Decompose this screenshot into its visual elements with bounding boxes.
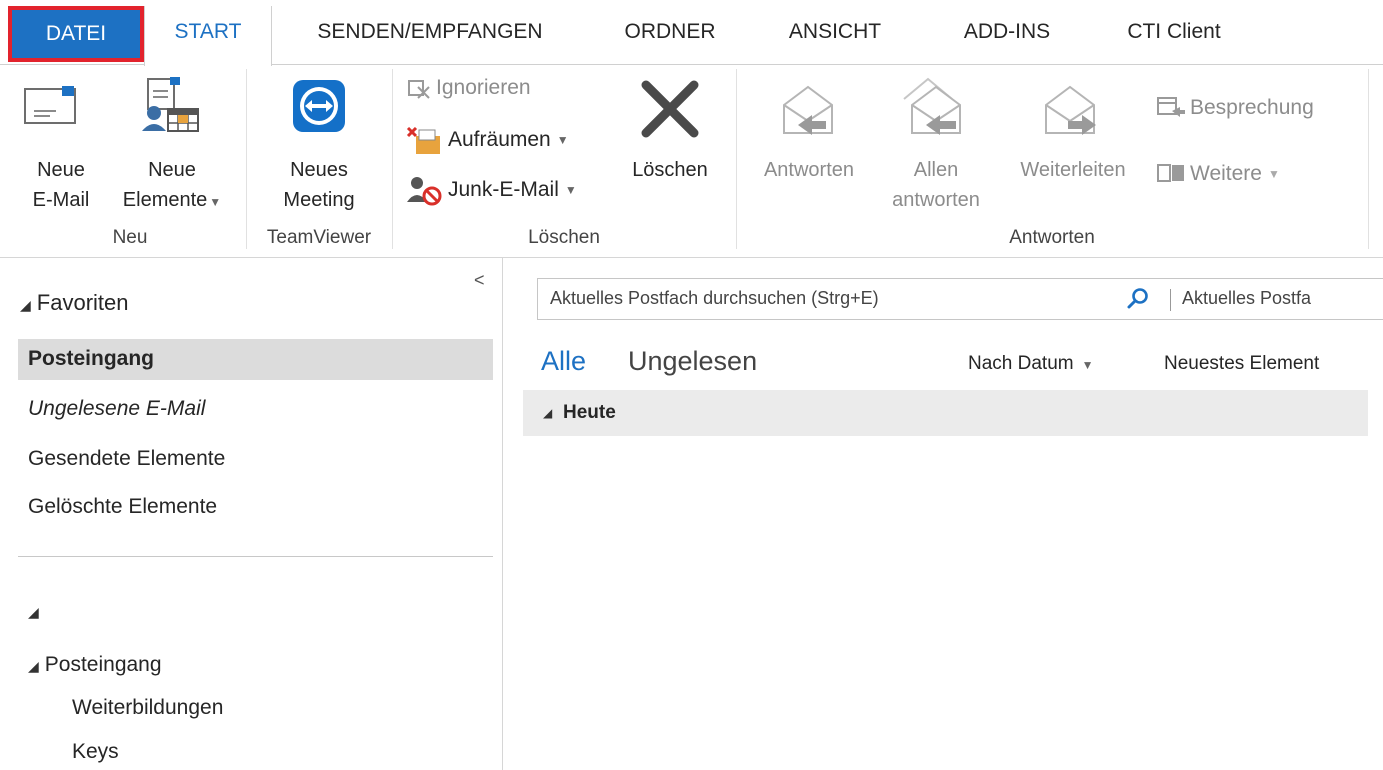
ribbon-tab-bar: DATEI START SENDEN/EMPFANGEN ORDNER ANSI… xyxy=(0,0,1383,66)
forward-button[interactable]: Weiterleiten xyxy=(1000,73,1146,213)
chevron-down-icon: ▼ xyxy=(1081,358,1094,372)
sort-order-toggle[interactable]: Neuestes Element xyxy=(1164,353,1319,375)
tab-folder[interactable]: ORDNER xyxy=(608,6,732,62)
cleanup-label: Aufräumen xyxy=(448,128,551,151)
ignore-button[interactable]: Ignorieren xyxy=(406,73,531,103)
expand-triangle-icon: ◢ xyxy=(28,604,39,620)
tab-addins[interactable]: ADD-INS xyxy=(938,6,1076,62)
junk-label: Junk-E-Mail xyxy=(448,178,559,201)
search-icon[interactable] xyxy=(1126,287,1150,311)
tab-start[interactable]: START xyxy=(144,6,272,66)
account-header[interactable]: ◢ xyxy=(28,597,45,623)
junk-button[interactable]: Junk-E-Mail ▼ xyxy=(406,175,577,206)
more-responses-button[interactable]: Weitere ▼ xyxy=(1156,159,1280,189)
reply-label: Antworten xyxy=(763,159,855,181)
cleanup-button[interactable]: Aufräumen ▼ xyxy=(406,125,569,155)
new-items-label-1: Neue xyxy=(148,159,196,181)
group-separator xyxy=(246,69,247,249)
favorite-sent-items[interactable]: Gesendete Elemente xyxy=(28,447,225,471)
delete-x-icon xyxy=(641,80,699,138)
new-items-label-2: Elemente xyxy=(122,189,208,211)
expand-triangle-icon: ◢ xyxy=(20,297,31,313)
tab-send-receive[interactable]: SENDEN/EMPFANGEN xyxy=(290,6,570,62)
reply-all-label-2: antworten xyxy=(892,189,980,211)
delete-label: Löschen xyxy=(632,159,708,181)
search-box[interactable]: Aktuelles Postfach durchsuchen (Strg+E) … xyxy=(537,278,1383,320)
group-label-antworten: Antworten xyxy=(1009,227,1095,248)
subfolder-weiterbildungen[interactable]: Weiterbildungen xyxy=(72,696,223,720)
teamviewer-icon xyxy=(293,80,345,132)
new-email-label-1: Neue xyxy=(37,159,85,181)
new-meeting-button[interactable]: Neues Meeting xyxy=(254,73,384,213)
reply-all-label-1: Allen xyxy=(913,159,959,181)
favorite-unread-mail[interactable]: Ungelesene E-Mail xyxy=(28,397,205,421)
favorites-separator xyxy=(18,556,493,557)
tab-cti-client[interactable]: CTI Client xyxy=(1104,6,1244,62)
collapse-pane-icon[interactable]: < xyxy=(474,270,485,291)
tab-file[interactable]: DATEI xyxy=(8,6,144,62)
ignore-icon xyxy=(408,80,430,99)
folder-pane-divider[interactable] xyxy=(502,258,503,770)
group-label-teamviewer: TeamViewer xyxy=(266,227,372,248)
group-header-today[interactable]: ◢ Heute xyxy=(523,390,1368,436)
group-separator xyxy=(392,69,393,249)
delete-button[interactable]: Löschen xyxy=(618,73,722,213)
junk-icon xyxy=(407,177,442,206)
more-icon xyxy=(1157,164,1184,182)
group-label-loeschen: Löschen xyxy=(528,227,600,248)
ribbon: Neue E-Mail Neue Elemente ▼ Neu Neues Me… xyxy=(0,65,1383,257)
more-responses-label: Weitere xyxy=(1190,162,1262,185)
filter-all[interactable]: Alle xyxy=(541,346,586,377)
chevron-down-icon: ▼ xyxy=(556,133,569,147)
sort-by-dropdown[interactable]: Nach Datum ▼ xyxy=(968,353,1094,375)
inbox-folder[interactable]: ◢ Posteingang xyxy=(28,653,162,677)
new-meeting-label-2: Meeting xyxy=(283,189,355,211)
filter-unread[interactable]: Ungelesen xyxy=(628,346,757,377)
chevron-down-icon: ▼ xyxy=(209,195,222,209)
favorite-deleted-items[interactable]: Gelöschte Elemente xyxy=(28,495,217,519)
reply-icon xyxy=(783,85,833,135)
group-separator xyxy=(736,69,737,249)
new-meeting-label-1: Neues xyxy=(290,159,348,181)
reply-all-icon xyxy=(903,77,961,135)
chevron-down-icon: ▼ xyxy=(1267,167,1280,181)
subfolder-keys[interactable]: Keys xyxy=(72,740,119,764)
group-header-today-label: Heute xyxy=(563,402,616,423)
reply-all-button[interactable]: Allen antworten xyxy=(874,73,998,213)
meeting-reply-button[interactable]: Besprechung xyxy=(1156,93,1314,123)
search-input[interactable]: Aktuelles Postfach durchsuchen (Strg+E) xyxy=(550,288,879,309)
reply-button[interactable]: Antworten xyxy=(744,73,874,213)
forward-icon xyxy=(1045,85,1096,135)
search-scope-dropdown[interactable]: Aktuelles Postfa xyxy=(1182,288,1311,309)
new-email-icon xyxy=(24,86,76,124)
favorite-inbox[interactable]: Posteingang xyxy=(28,347,154,371)
new-email-label-2: E-Mail xyxy=(32,189,90,211)
meeting-reply-label: Besprechung xyxy=(1190,96,1314,119)
chevron-down-icon: ▼ xyxy=(564,183,577,197)
forward-label: Weiterleiten xyxy=(1020,159,1126,181)
new-items-button[interactable]: Neue Elemente ▼ xyxy=(108,73,236,213)
favorites-header[interactable]: ◢ Favoriten xyxy=(20,290,129,316)
tab-view[interactable]: ANSICHT xyxy=(770,6,900,62)
new-items-icon xyxy=(142,77,199,132)
cleanup-icon xyxy=(406,126,440,154)
new-email-button[interactable]: Neue E-Mail xyxy=(14,73,108,213)
group-separator xyxy=(1368,69,1369,249)
meeting-icon xyxy=(1157,97,1185,117)
ignore-label: Ignorieren xyxy=(436,76,531,99)
expand-triangle-icon: ◢ xyxy=(543,406,553,420)
expand-triangle-icon: ◢ xyxy=(28,658,39,674)
inbox-folder-label: Posteingang xyxy=(44,653,162,676)
sort-by-label: Nach Datum xyxy=(968,353,1074,374)
group-label-neu: Neu xyxy=(112,227,148,248)
search-scope-separator xyxy=(1170,289,1171,311)
favorites-header-label: Favoriten xyxy=(36,290,129,315)
